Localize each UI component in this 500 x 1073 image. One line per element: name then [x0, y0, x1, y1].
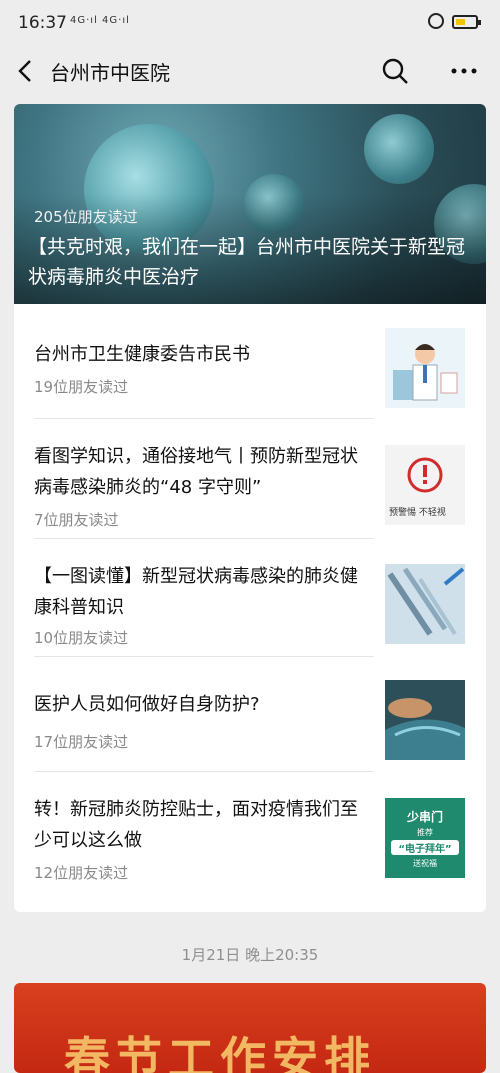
thumb-line: “电子拜年”: [391, 840, 459, 855]
article-reads: 10位朋友读过: [34, 629, 129, 647]
next-article-banner[interactable]: 春节工作安排: [14, 983, 486, 1073]
page-title: 台州市中医院: [50, 61, 170, 85]
article-title: 医护人员如何做好自身防护?: [34, 694, 260, 715]
article-item[interactable]: 医护人员如何做好自身防护? 17位朋友读过: [14, 657, 486, 772]
article-card: 205位朋友读过 【共克时艰，我们在一起】台州市中医院关于新型冠状病毒肺炎中医治…: [14, 104, 486, 912]
nav-bar: 台州市中医院: [0, 46, 500, 96]
article-item[interactable]: 【一图读懂】新型冠状病毒感染的肺炎健康科普知识 10位朋友读过: [14, 539, 486, 657]
article-item[interactable]: 转！新冠肺炎防控贴士，面对疫情我们至少可以这么做 12位朋友读过 少串门 推荐 …: [14, 772, 486, 912]
article-reads: 19位朋友读过: [34, 378, 129, 396]
featured-headline: 【共克时艰，我们在一起】台州市中医院关于新型冠状病毒肺炎中医治疗: [28, 236, 466, 288]
search-icon[interactable]: [380, 56, 410, 86]
article-thumbnail: 少串门 推荐 “电子拜年” 送祝福: [385, 798, 465, 878]
status-bar: 16:37 4G·ıl 4G·ıl: [0, 0, 500, 46]
thumb-line: 少串门: [406, 810, 443, 824]
message-date: 1月21日 晚上20:35: [181, 946, 319, 964]
article-thumbnail: 预警惕 不轻视: [385, 445, 465, 525]
status-time: 16:37: [18, 13, 67, 33]
featured-article[interactable]: 205位朋友读过 【共克时艰，我们在一起】台州市中医院关于新型冠状病毒肺炎中医治…: [14, 104, 486, 304]
thumb-caption: 预警惕 不轻视: [389, 508, 446, 518]
more-icon[interactable]: [446, 56, 482, 86]
article-title: 转！新冠肺炎防控贴士，面对疫情我们至少可以这么做: [34, 799, 358, 851]
signal-icon: 4G·ıl 4G·ıl: [70, 15, 130, 26]
article-reads: 17位朋友读过: [34, 733, 129, 751]
thumb-line: 送祝福: [413, 859, 437, 868]
article-thumbnail: [385, 680, 465, 760]
banner-text: 春节工作安排: [64, 1032, 376, 1073]
article-item[interactable]: 看图学知识，通俗接地气丨预防新型冠状病毒感染肺炎的“48 字守则” 7位朋友读过…: [14, 419, 486, 539]
article-item[interactable]: 台州市卫生健康委告市民书 19位朋友读过: [14, 304, 486, 419]
thumb-line: 推荐: [417, 828, 433, 837]
article-title: 【一图读懂】新型冠状病毒感染的肺炎健康科普知识: [34, 566, 358, 618]
featured-reads: 205位朋友读过: [34, 208, 138, 226]
article-title: 看图学知识，通俗接地气丨预防新型冠状病毒感染肺炎的“48 字守则”: [34, 446, 358, 498]
article-title: 台州市卫生健康委告市民书: [34, 344, 250, 365]
battery-icon: [452, 15, 481, 29]
article-thumbnail: [385, 564, 465, 644]
article-thumbnail: [385, 328, 465, 408]
back-icon[interactable]: [12, 56, 42, 86]
article-reads: 7位朋友读过: [34, 511, 119, 529]
article-reads: 12位朋友读过: [34, 864, 129, 882]
alarm-icon: [428, 13, 444, 29]
